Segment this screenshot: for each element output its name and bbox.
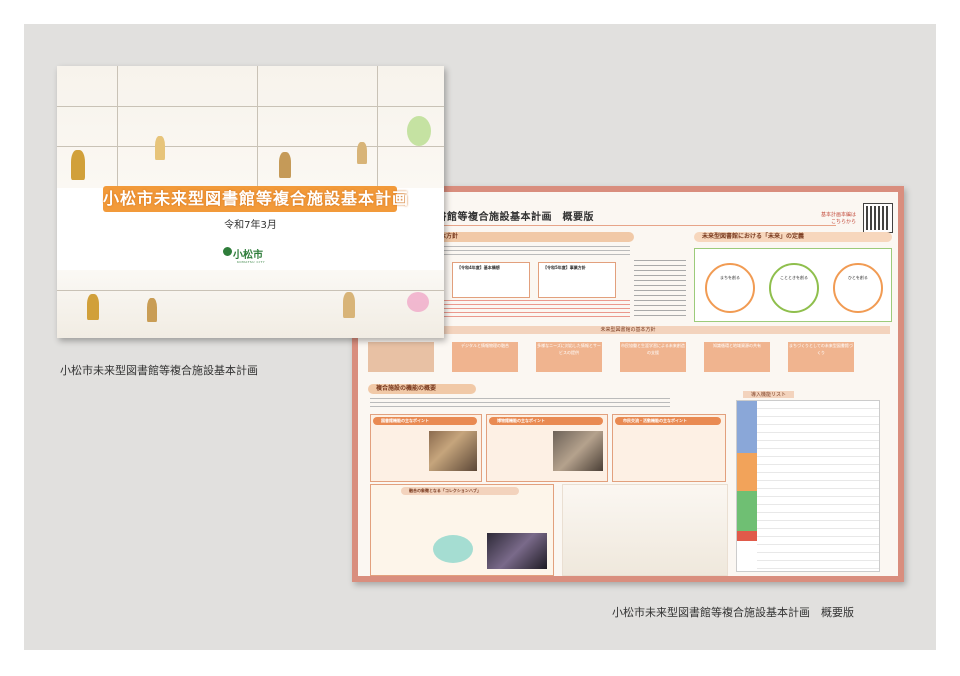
hub-photo <box>487 533 547 569</box>
cover-caption: 小松市未来型図書館等複合施設基本計画 <box>60 364 258 377</box>
policy-note <box>430 300 630 318</box>
table-rows <box>757 401 879 571</box>
cover-date: 令和7年3月 <box>224 220 277 231</box>
policy-card-1 <box>368 342 434 372</box>
collection-hub: 融合の象徴となる「コレクションハブ」 <box>370 484 554 576</box>
function-list-table: 導入機能リスト <box>736 391 880 572</box>
qr-caption: 基本計画本編は こちらから <box>820 212 856 225</box>
qr-code-icon <box>863 203 893 233</box>
library-functions: 図書館機能の主なポイント <box>370 414 482 482</box>
table-band-blue <box>737 401 757 453</box>
city-logo-text: 小松市 <box>233 250 263 261</box>
cover-image: 小松市未来型図書館等複合施設基本計画 令和7年3月 小松市 KOMATSU CI… <box>57 66 444 338</box>
title-rule <box>426 225 836 226</box>
circle-hito: ひとを創る <box>833 263 883 313</box>
circle-koto: ことときを創る <box>769 263 819 313</box>
policy-card-4: 市民協働と生涯学習による未来創造の支援 <box>620 342 686 372</box>
cover-illustration-bottom <box>57 270 444 338</box>
background-panel: 図書館等複合施設基本計画 概要版 基本計画本編は こちらから 基本方針 【令和4… <box>24 24 936 650</box>
circle-machi: まちを創る <box>705 263 755 313</box>
section-functions: 複合施設の機能の概要 <box>368 384 476 394</box>
cover-illustration-top <box>57 66 444 188</box>
policy-card-6: まちづくりとしての未来型図書館づくり <box>788 342 854 372</box>
table-band-orange <box>737 453 757 491</box>
community-functions: 市民交流・活動機能の主なポイント <box>612 414 726 482</box>
museum-functions: 博物館機能の主なポイント <box>486 414 608 482</box>
future-definition-box: まちを創る ことときを創る ひとを創る <box>694 248 892 322</box>
future-definition-header: 未来型図書館における「未来」の定義 <box>694 232 892 242</box>
hub-diagram <box>433 535 473 563</box>
concept-box-a: 【令和4年度】基本構想 <box>452 262 530 298</box>
cover-title: 小松市未来型図書館等複合施設基本計画 <box>103 189 410 208</box>
policy-card-2: デジタルと情報物理の融合 <box>452 342 518 372</box>
floor-illustration <box>562 484 728 576</box>
concept-box-b: 【令和5年度】事業方針 <box>538 262 616 298</box>
table-band-green <box>737 491 757 531</box>
museum-photo <box>553 431 603 471</box>
functions-intro <box>370 398 670 408</box>
table-band-red <box>737 531 757 541</box>
vision-text <box>634 260 686 320</box>
summary-caption: 小松市未来型図書館等複合施設基本計画 概要版 <box>612 606 854 619</box>
policy-card-3: 多様なニーズに対応した情報とサービスの提供 <box>536 342 602 372</box>
summary-title: 図書館等複合施設基本計画 概要版 <box>426 212 594 223</box>
section-basic-policy: 基本方針 <box>426 232 634 242</box>
library-photo <box>429 431 477 471</box>
policy-bar: 未来型図書館の基本方針 <box>366 326 890 334</box>
city-logo-sub: KOMATSU CITY <box>237 260 266 264</box>
intro-text <box>430 246 630 258</box>
city-logo-icon <box>223 247 232 256</box>
policy-card-5: 知識循環と地域資源の共有 <box>704 342 770 372</box>
